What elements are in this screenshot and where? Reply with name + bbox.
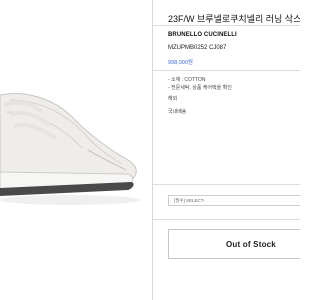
out-of-stock-button[interactable]: Out of Stock [168,229,300,259]
price: 998,000원 [168,60,193,66]
product-image-panel[interactable] [0,0,152,300]
sneaker-photo [0,0,152,300]
brand-name: BRUNELLO CUCINELLI [168,32,237,38]
price-divider [153,70,300,71]
button-divider [153,219,300,220]
care-info: - 전문세탁, 상품 케어택을 확인 [168,85,232,91]
model-code: MZUPMB0252 CJ087 [168,45,227,51]
options-divider [153,184,300,185]
option-select-value: [필수] SELECT- [174,198,205,203]
title-divider [153,25,300,26]
origin-info: 해외 [168,96,178,102]
product-detail-panel: 23F/W 브루넬로쿠치넬리 러닝 삭스 화 BRUNELLO CUCINELL… [153,0,300,300]
shipping-info: 국내배송 [168,109,187,115]
out-of-stock-label: Out of Stock [226,240,276,249]
product-title: 23F/W 브루넬로쿠치넬리 러닝 삭스 화 [168,14,300,24]
material-info: - 소재 : COTTON [168,77,206,83]
option-select[interactable]: [필수] SELECT- [168,195,300,206]
